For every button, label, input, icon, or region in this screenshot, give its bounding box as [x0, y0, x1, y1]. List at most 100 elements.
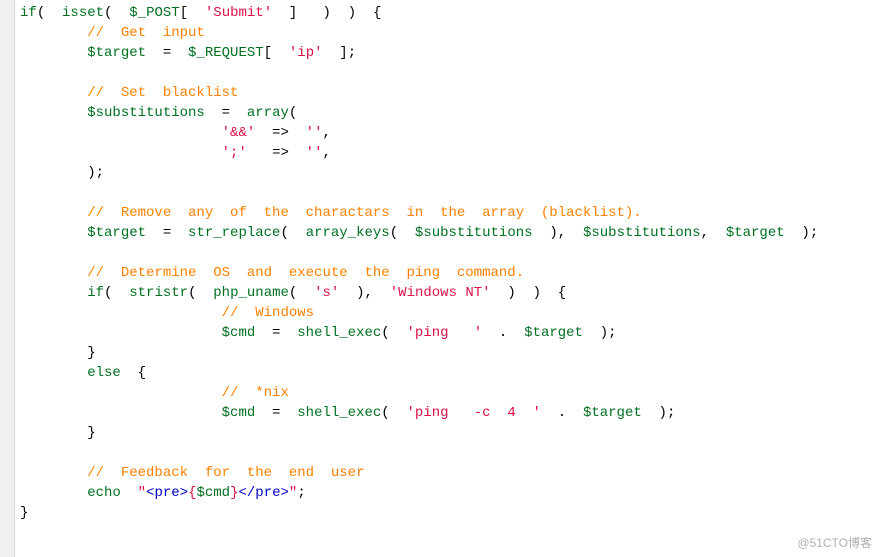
- token-var: $target: [87, 45, 146, 61]
- token-punc: =: [255, 405, 297, 421]
- token-str: 'Submit': [205, 5, 272, 21]
- token-punc: =>: [255, 125, 305, 141]
- code-line: [20, 443, 818, 463]
- token-punc: {: [121, 365, 146, 381]
- token-punc: );: [87, 165, 104, 181]
- token-punc: .: [482, 325, 524, 341]
- token-punc: (: [390, 225, 415, 241]
- token-str: '': [306, 125, 323, 141]
- token-punc: =: [205, 105, 247, 121]
- token-cmt: // Determine OS and execute the ping com…: [87, 265, 524, 281]
- token-punc: }: [20, 505, 28, 521]
- token-str: 's': [314, 285, 339, 301]
- code-line: $target = $_REQUEST[ 'ip' ];: [20, 43, 818, 63]
- token-str: 'ping -c 4 ': [407, 405, 541, 421]
- token-punc: (: [280, 225, 305, 241]
- code-line: }: [20, 503, 818, 523]
- token-kw: stristr: [129, 285, 188, 301]
- token-punc: (: [188, 285, 213, 301]
- token-var: $_REQUEST: [188, 45, 264, 61]
- token-kw: array: [247, 105, 289, 121]
- token-punc: .: [541, 405, 583, 421]
- token-str: ';': [222, 145, 247, 161]
- token-punc: (: [381, 405, 406, 421]
- code-line: [20, 63, 818, 83]
- token-cmt: // Set blacklist: [87, 85, 238, 101]
- token-var: $substitutions: [87, 105, 205, 121]
- code-line: // Windows: [20, 303, 818, 323]
- code-line: ';' => '',: [20, 143, 818, 163]
- token-punc: =: [146, 45, 188, 61]
- token-punc: [: [264, 45, 289, 61]
- code-line: echo "<pre>{$cmd}</pre>";: [20, 483, 818, 503]
- token-punc: }: [87, 345, 95, 361]
- token-var: $target: [726, 225, 785, 241]
- code-line: $cmd = shell_exec( 'ping -c 4 ' . $targe…: [20, 403, 818, 423]
- code-line: // Determine OS and execute the ping com…: [20, 263, 818, 283]
- token-punc: (: [289, 105, 297, 121]
- token-punc: ,: [701, 225, 726, 241]
- code-line: '&&' => '',: [20, 123, 818, 143]
- token-punc: ) ) {: [491, 285, 567, 301]
- code-line: // Remove any of the charactars in the a…: [20, 203, 818, 223]
- token-punc: ),: [339, 285, 389, 301]
- token-strblue: <pre>: [146, 485, 188, 501]
- token-kw: shell_exec: [297, 325, 381, 341]
- token-punc: ];: [323, 45, 357, 61]
- token-punc: );: [583, 325, 617, 341]
- token-strblue: </pre>: [238, 485, 288, 501]
- token-punc: ;: [297, 485, 305, 501]
- code-line: $cmd = shell_exec( 'ping ' . $target );: [20, 323, 818, 343]
- token-cmt: // Windows: [222, 305, 314, 321]
- token-punc: [: [180, 5, 205, 21]
- token-str: '': [306, 145, 323, 161]
- token-var: $cmd: [222, 405, 256, 421]
- code-line: [20, 183, 818, 203]
- token-cmt: // Get input: [87, 25, 205, 41]
- code-line: $substitutions = array(: [20, 103, 818, 123]
- token-punc: (: [381, 325, 406, 341]
- token-str: ": [138, 485, 146, 501]
- token-punc: =: [255, 325, 297, 341]
- code-line: if( stristr( php_uname( 's' ), 'Windows …: [20, 283, 818, 303]
- token-punc: }: [87, 425, 95, 441]
- token-kw: php_uname: [213, 285, 289, 301]
- token-var: $substitutions: [583, 225, 701, 241]
- token-punc: ,: [322, 125, 330, 141]
- code-line: }: [20, 423, 818, 443]
- code-screenshot: if( isset( $_POST[ 'Submit' ] ) ) { // G…: [0, 0, 878, 557]
- code-line: // Get input: [20, 23, 818, 43]
- token-str: 'Windows NT': [390, 285, 491, 301]
- token-kw: echo: [87, 485, 121, 501]
- code-line: if( isset( $_POST[ 'Submit' ] ) ) {: [20, 3, 818, 23]
- token-kw: else: [87, 365, 121, 381]
- code-line: // Feedback for the end user: [20, 463, 818, 483]
- code-line: $target = str_replace( array_keys( $subs…: [20, 223, 818, 243]
- token-kw: shell_exec: [297, 405, 381, 421]
- token-kw: if: [87, 285, 104, 301]
- token-var: $target: [524, 325, 583, 341]
- code-block: if( isset( $_POST[ 'Submit' ] ) ) { // G…: [20, 3, 818, 523]
- code-line: );: [20, 163, 818, 183]
- token-punc: ] ) ) {: [272, 5, 381, 21]
- token-kw: if: [20, 5, 37, 21]
- token-var: $target: [583, 405, 642, 421]
- token-str: '&&': [222, 125, 256, 141]
- token-var: $target: [87, 225, 146, 241]
- token-punc: ),: [533, 225, 583, 241]
- token-punc: ,: [322, 145, 330, 161]
- token-kw: array_keys: [306, 225, 390, 241]
- token-str: 'ping ': [407, 325, 483, 341]
- token-punc: =: [146, 225, 188, 241]
- watermark: @51CTO博客: [797, 534, 872, 551]
- code-line: }: [20, 343, 818, 363]
- code-line: else {: [20, 363, 818, 383]
- token-cmt: // *nix: [222, 385, 289, 401]
- token-punc: (: [289, 285, 314, 301]
- token-punc: =>: [247, 145, 306, 161]
- token-var: $_POST: [129, 5, 179, 21]
- code-line: [20, 243, 818, 263]
- token-punc: (: [37, 5, 62, 21]
- token-var: $substitutions: [415, 225, 533, 241]
- token-punc: [121, 485, 138, 501]
